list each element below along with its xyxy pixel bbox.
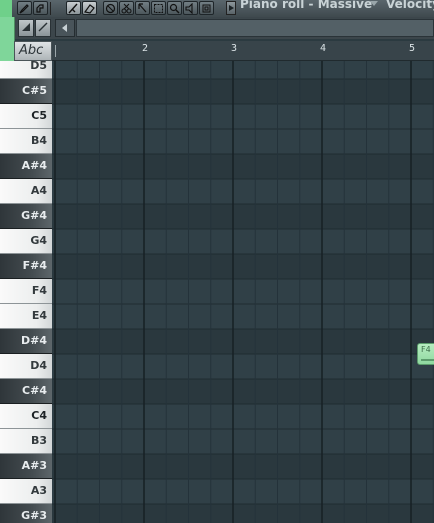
window-title: Piano roll - Massive xyxy=(240,0,373,11)
grid-row xyxy=(52,179,434,204)
menu-arrow-button[interactable] xyxy=(226,1,236,15)
delete-tool-button[interactable] xyxy=(82,1,97,15)
piano-key-fsharp4[interactable]: F#4 xyxy=(0,254,52,279)
arrow-tool-button[interactable] xyxy=(135,1,150,15)
grid-row xyxy=(52,379,434,404)
mute-icon xyxy=(105,3,116,14)
eraser-icon xyxy=(84,4,95,14)
bar-number: 4 xyxy=(320,43,327,54)
note-label: F4 xyxy=(421,345,431,354)
note-names-toggle[interactable]: Abc xyxy=(14,41,52,61)
grid-row xyxy=(52,204,434,229)
piano-key-e4[interactable]: E4 xyxy=(0,304,52,329)
piano-key-d5[interactable]: D5 xyxy=(0,61,52,79)
channel-color-tab xyxy=(0,17,15,61)
bar-number: 3 xyxy=(231,43,238,54)
bar-number: 2 xyxy=(142,43,149,54)
speaker-icon xyxy=(185,3,193,14)
audition-tool-button[interactable] xyxy=(199,1,214,15)
piano-key-b4[interactable]: B4 xyxy=(0,129,52,154)
piano-key-g4[interactable]: G4 xyxy=(0,229,52,254)
draw-tool-button[interactable] xyxy=(17,1,32,15)
bar-tick xyxy=(55,45,56,57)
grid-row xyxy=(52,504,434,523)
note-f4[interactable]: F4 xyxy=(417,343,434,365)
toolbar-accent xyxy=(0,0,12,17)
brush-icon xyxy=(36,4,44,13)
piano-key-gsharp3[interactable]: G#3 xyxy=(0,504,52,523)
cursor-icon xyxy=(138,3,147,13)
piano-key-csharp5[interactable]: C#5 xyxy=(0,79,52,104)
slice-tool-button[interactable] xyxy=(66,1,81,15)
bar-number: 5 xyxy=(409,43,416,54)
grid-lines xyxy=(52,61,434,523)
piano-key-csharp4[interactable]: C#4 xyxy=(0,379,52,404)
zoom-tool-button[interactable] xyxy=(167,1,182,15)
select-box-icon xyxy=(154,4,163,13)
time-ruler[interactable]: 2 3 4 5 xyxy=(52,41,434,61)
audition-icon xyxy=(202,4,211,13)
piano-key-a3[interactable]: A3 xyxy=(0,479,52,504)
event-target-label[interactable]: Velocity xyxy=(386,0,434,11)
grid-row xyxy=(52,279,434,304)
mute-tool-button[interactable] xyxy=(103,1,118,15)
grid-row xyxy=(52,229,434,254)
grid-row xyxy=(52,329,434,354)
piano-key-asharp4[interactable]: A#4 xyxy=(0,154,52,179)
chevron-down-icon[interactable] xyxy=(370,1,378,6)
note-velocity-bar xyxy=(421,359,434,361)
grid-row xyxy=(52,454,434,479)
playback-tool-button[interactable] xyxy=(183,1,198,15)
piano-key-asharp3[interactable]: A#3 xyxy=(0,454,52,479)
pencil-icon xyxy=(19,4,29,14)
pen-icon xyxy=(38,22,48,32)
grid-row xyxy=(52,304,434,329)
zoom-icon xyxy=(169,3,180,14)
grid-row xyxy=(52,479,434,504)
grid-row xyxy=(52,254,434,279)
scroll-left-button[interactable] xyxy=(55,19,75,37)
grid-row xyxy=(52,61,434,79)
grid-row xyxy=(52,104,434,129)
paint-tool-button[interactable] xyxy=(33,1,48,15)
piano-key-c5[interactable]: C5 xyxy=(0,104,52,129)
piano-keyboard[interactable]: D5 C#5 C5 B4 A#4 A4 G#4 G4 F#4 F4 E4 D#4 D4 C#4 C4 B3 A#… xyxy=(0,61,52,523)
scissors-icon xyxy=(121,3,132,14)
slash-icon xyxy=(22,23,30,31)
grid-row xyxy=(52,154,434,179)
piano-key-f4[interactable]: F4 xyxy=(0,279,52,304)
piano-key-c4[interactable]: C4 xyxy=(0,404,52,429)
piano-roll-toolbar: Piano roll - Massive Velocity xyxy=(0,0,434,18)
piano-key-gsharp4[interactable]: G#4 xyxy=(0,204,52,229)
piano-key-b3[interactable]: B3 xyxy=(0,429,52,454)
grid-row xyxy=(52,129,434,154)
snap-button[interactable] xyxy=(18,19,34,37)
horizontal-scrollbar[interactable] xyxy=(76,19,434,37)
piano-key-d4[interactable]: D4 xyxy=(0,354,52,379)
scissors-tool-button[interactable] xyxy=(119,1,134,15)
grid-row xyxy=(52,404,434,429)
piano-key-dsharp4[interactable]: D#4 xyxy=(0,329,52,354)
knife-icon xyxy=(68,3,78,14)
stamp-button[interactable] xyxy=(35,19,51,37)
select-tool-button[interactable] xyxy=(151,1,166,15)
note-grid[interactable]: F4 xyxy=(52,61,434,523)
piano-key-a4[interactable]: A4 xyxy=(0,179,52,204)
grid-row xyxy=(52,354,434,379)
grid-row xyxy=(52,79,434,104)
grid-row xyxy=(52,429,434,454)
